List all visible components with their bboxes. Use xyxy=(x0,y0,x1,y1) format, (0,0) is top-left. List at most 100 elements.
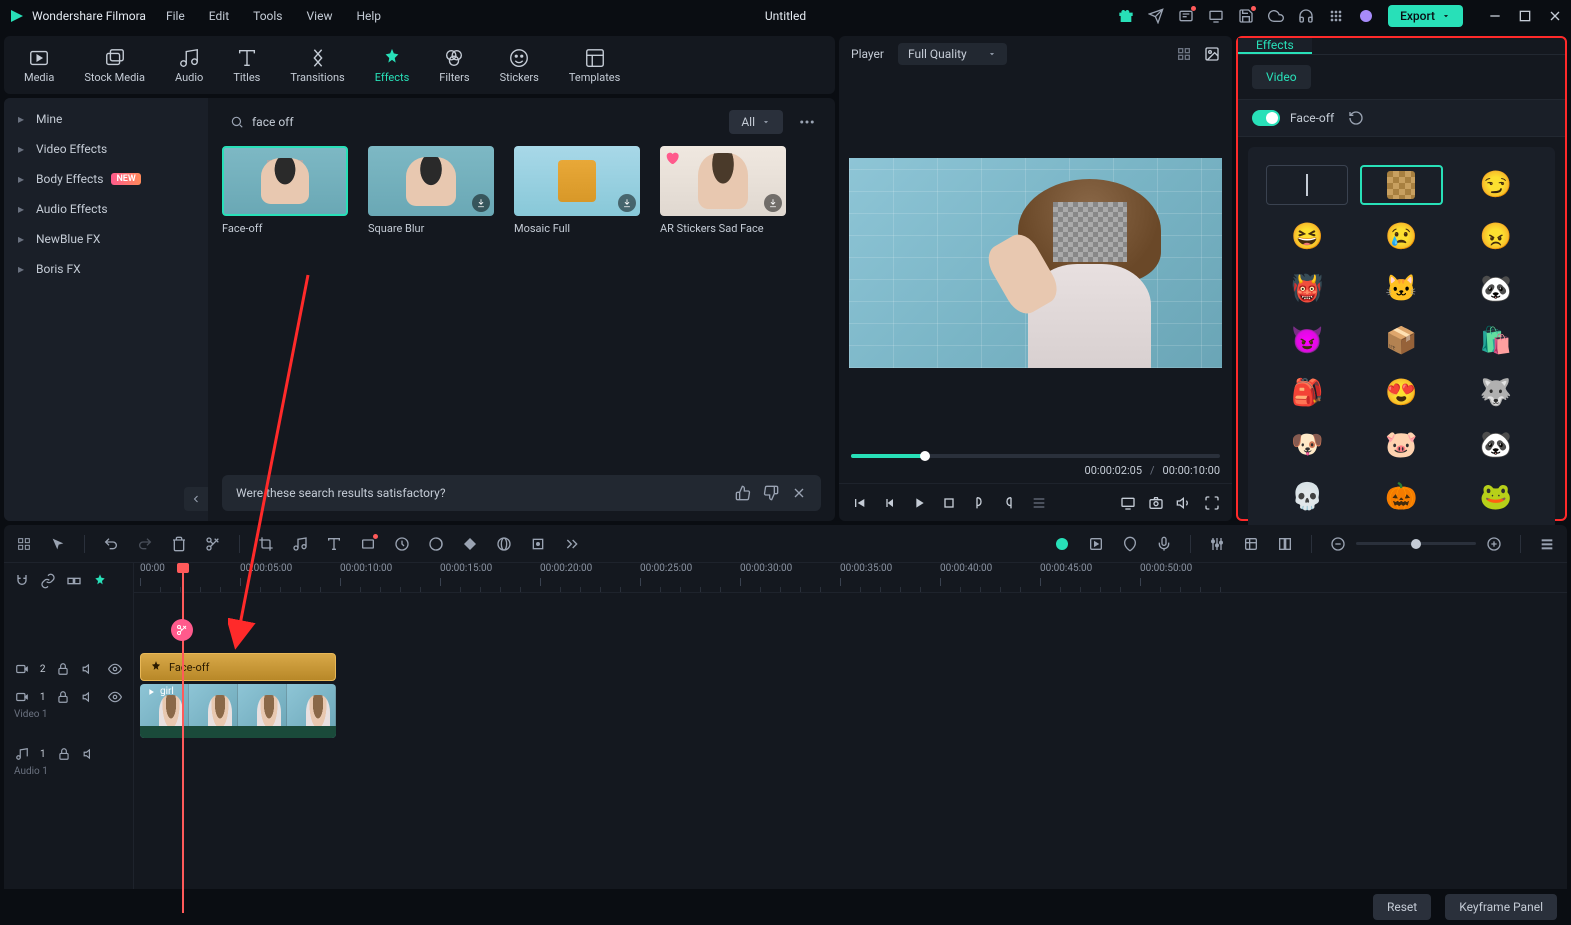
face-sticker-7[interactable]: 🐱 xyxy=(1360,269,1442,309)
thumbs-down-icon[interactable] xyxy=(763,485,779,501)
play-icon[interactable] xyxy=(911,495,927,511)
face-sticker-14[interactable]: 🐺 xyxy=(1455,373,1537,413)
music-icon[interactable] xyxy=(292,536,308,552)
timeline-ruler[interactable]: 00:0000:00:05:0000:00:10:0000:00:15:0000… xyxy=(134,563,1567,593)
mic-icon[interactable] xyxy=(1156,536,1172,552)
face-sticker-12[interactable]: 🎒 xyxy=(1266,373,1348,413)
ripple-icon[interactable] xyxy=(66,573,82,589)
tab-transitions[interactable]: Transitions xyxy=(290,47,344,84)
face-sticker-5[interactable]: 😠 xyxy=(1455,217,1537,257)
progress-bar[interactable] xyxy=(851,454,1220,458)
tab-stickers[interactable]: Stickers xyxy=(500,47,539,84)
export-button[interactable]: Export xyxy=(1388,5,1463,27)
keyframe-icon[interactable] xyxy=(462,536,478,552)
thumbs-up-icon[interactable] xyxy=(735,485,751,501)
feedback-close-icon[interactable] xyxy=(791,485,807,501)
mute-track-icon[interactable] xyxy=(82,746,98,762)
lock-track-icon[interactable] xyxy=(55,661,71,677)
effect-thumb-2[interactable]: Mosaic Full xyxy=(514,146,640,235)
send-icon[interactable] xyxy=(1148,8,1164,24)
menu-tools[interactable]: Tools xyxy=(253,9,282,23)
tab-filters[interactable]: Filters xyxy=(439,47,469,84)
face-sticker-4[interactable]: 😢 xyxy=(1360,217,1442,257)
sidebar-item-video-effects[interactable]: ▸Video Effects xyxy=(4,134,208,164)
maximize-icon[interactable] xyxy=(1517,8,1533,24)
face-sticker-15[interactable]: 🐶 xyxy=(1266,425,1348,465)
crop-icon[interactable] xyxy=(258,536,274,552)
visible-track-icon[interactable] xyxy=(107,689,123,705)
minimize-icon[interactable] xyxy=(1487,8,1503,24)
message-icon[interactable] xyxy=(1178,8,1194,24)
tab-templates[interactable]: Templates xyxy=(569,47,620,84)
step-back-icon[interactable] xyxy=(881,495,897,511)
display-icon[interactable] xyxy=(1120,495,1136,511)
face-sticker-11[interactable]: 🛍️ xyxy=(1455,321,1537,361)
image-icon[interactable] xyxy=(1204,46,1220,62)
face-sticker-9[interactable]: 😈 xyxy=(1266,321,1348,361)
ai-icon[interactable] xyxy=(1054,536,1070,552)
face-sticker-13[interactable]: 😍 xyxy=(1360,373,1442,413)
sidebar-item-mine[interactable]: ▸Mine xyxy=(4,104,208,134)
layout-icon[interactable] xyxy=(1277,536,1293,552)
reset-button[interactable]: Reset xyxy=(1373,894,1431,920)
sidebar-item-boris-fx[interactable]: ▸Boris FX xyxy=(4,254,208,284)
cut-marker[interactable] xyxy=(171,619,193,641)
marker-icon[interactable] xyxy=(1122,536,1138,552)
tab-audio[interactable]: Audio xyxy=(175,47,203,84)
text-icon[interactable] xyxy=(326,536,342,552)
tab-effects[interactable]: Effects xyxy=(375,47,410,84)
face-sticker-2[interactable]: 😏 xyxy=(1455,165,1537,205)
effect-thumb-1[interactable]: Square Blur xyxy=(368,146,494,235)
zoom-out-icon[interactable] xyxy=(1330,536,1346,552)
sidebar-collapse-button[interactable] xyxy=(184,487,208,511)
video-clip[interactable]: girl xyxy=(140,684,336,738)
auto-ripple-icon[interactable] xyxy=(92,573,108,589)
close-icon[interactable] xyxy=(1547,8,1563,24)
more-tools-icon[interactable] xyxy=(564,536,580,552)
mixer-icon[interactable] xyxy=(1209,536,1225,552)
split-icon[interactable] xyxy=(205,536,221,552)
mute-track-icon[interactable] xyxy=(81,661,97,677)
delete-icon[interactable] xyxy=(171,536,187,552)
face-sticker-18[interactable]: 💀 xyxy=(1266,477,1348,517)
link-icon[interactable] xyxy=(40,573,56,589)
magnet-icon[interactable] xyxy=(14,573,30,589)
face-sticker-1[interactable] xyxy=(1360,165,1442,205)
snapshot-icon[interactable] xyxy=(1148,495,1164,511)
gift-icon[interactable] xyxy=(1118,8,1134,24)
effect-thumb-0[interactable]: Face-off xyxy=(222,146,348,235)
sidebar-item-body-effects[interactable]: ▸Body EffectsNEW xyxy=(4,164,208,194)
lock-track-icon[interactable] xyxy=(55,689,71,705)
tab-media[interactable]: Media xyxy=(24,47,54,84)
playhead[interactable] xyxy=(182,563,184,913)
lock-track-icon[interactable] xyxy=(56,746,72,762)
face-sticker-19[interactable]: 🎃 xyxy=(1360,477,1442,517)
menu-file[interactable]: File xyxy=(166,9,185,23)
redo-icon[interactable] xyxy=(137,536,153,552)
effect-thumb-3[interactable]: AR Stickers Sad Face xyxy=(660,146,786,235)
face-off-clip[interactable]: Face-off xyxy=(140,653,336,681)
face-sticker-10[interactable]: 📦 xyxy=(1360,321,1442,361)
fullscreen-icon[interactable] xyxy=(1204,495,1220,511)
filter-dropdown[interactable]: All xyxy=(729,110,783,134)
render-icon[interactable] xyxy=(1088,536,1104,552)
volume-icon[interactable] xyxy=(1176,495,1192,511)
preview-quality-dropdown[interactable]: Full Quality xyxy=(898,43,1007,65)
face-sticker-3[interactable]: 😆 xyxy=(1266,217,1348,257)
mask-icon[interactable] xyxy=(496,536,512,552)
search-input[interactable] xyxy=(252,115,711,129)
face-sticker-20[interactable]: 🐸 xyxy=(1455,477,1537,517)
color-icon[interactable] xyxy=(428,536,444,552)
zoom-slider[interactable] xyxy=(1356,542,1476,545)
more-options-button[interactable] xyxy=(793,108,821,136)
face-sticker-6[interactable]: 👹 xyxy=(1266,269,1348,309)
visible-track-icon[interactable] xyxy=(107,661,123,677)
speed-icon[interactable] xyxy=(394,536,410,552)
tab-stock-media[interactable]: Stock Media xyxy=(84,47,145,84)
adjust-icon[interactable] xyxy=(1243,536,1259,552)
mute-track-icon[interactable] xyxy=(81,689,97,705)
track-options-icon[interactable] xyxy=(1539,536,1555,552)
stop-icon[interactable] xyxy=(941,495,957,511)
apps-icon[interactable] xyxy=(1328,8,1344,24)
headset-icon[interactable] xyxy=(1298,8,1314,24)
